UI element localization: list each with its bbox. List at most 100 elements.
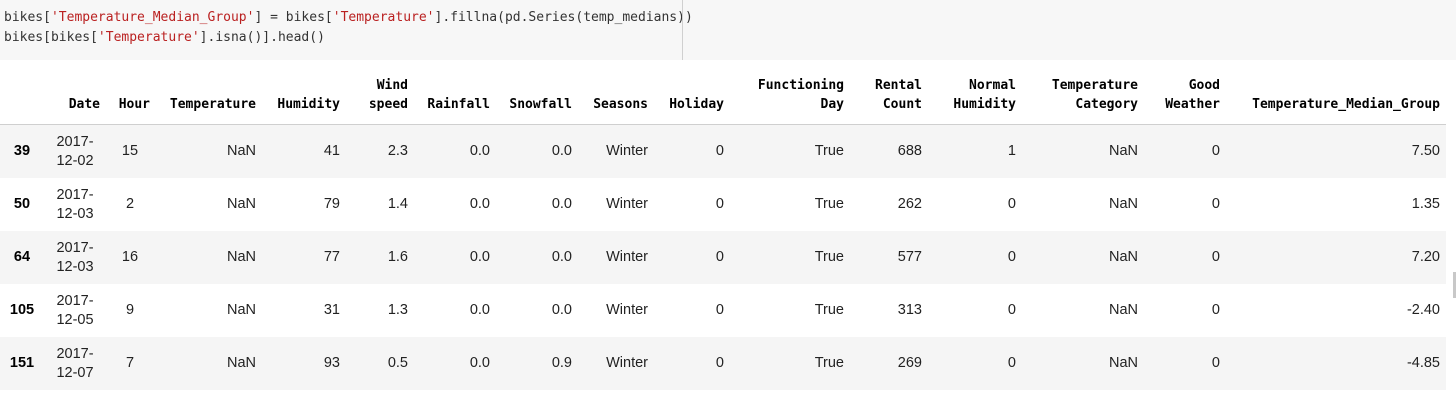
cell-date: 2017-12-03 bbox=[56, 239, 94, 275]
column-header-rental-count: Rental Count bbox=[850, 68, 928, 125]
cell-good-weather: 0 bbox=[1211, 196, 1220, 212]
cell-rainfall: 0.0 bbox=[469, 355, 490, 371]
cell-humidity: 77 bbox=[323, 249, 340, 265]
row-index: 39 bbox=[13, 143, 31, 159]
cell-seasons: Winter bbox=[606, 302, 648, 318]
cell-temperature: NaN bbox=[226, 143, 256, 159]
code-string: 'Temperature' bbox=[97, 30, 200, 45]
code-token: ] = bikes[ bbox=[254, 10, 333, 25]
cell-date: 2017-12-07 bbox=[56, 345, 94, 381]
cell-rainfall: 0.0 bbox=[469, 249, 490, 265]
cell-good-weather: 0 bbox=[1211, 302, 1220, 318]
column-header-index bbox=[0, 68, 46, 125]
cell-hour: 9 bbox=[125, 302, 135, 318]
ruler-line bbox=[682, 0, 683, 60]
cell-wind-speed: 1.6 bbox=[387, 249, 408, 265]
cell-seasons: Winter bbox=[606, 143, 648, 159]
column-header-snowfall: Snowfall bbox=[496, 68, 578, 125]
cell-good-weather: 0 bbox=[1211, 143, 1220, 159]
cell-snowfall: 0.0 bbox=[551, 143, 572, 159]
row-index: 64 bbox=[13, 249, 31, 265]
cell-humidity: 41 bbox=[323, 143, 340, 159]
code-line-2[interactable]: bikes[bikes['Temperature'].isna()].head(… bbox=[4, 28, 325, 48]
column-header-temperature-category: Temperature Category bbox=[1022, 68, 1144, 125]
cell-normal-humidity: 0 bbox=[1007, 249, 1016, 265]
cell-temperature-category: NaN bbox=[1108, 355, 1138, 371]
cell-holiday: 0 bbox=[715, 355, 724, 371]
cell-functioning-day: True bbox=[814, 143, 844, 159]
cell-normal-humidity: 0 bbox=[1007, 355, 1016, 371]
code-string: 'Temperature' bbox=[332, 10, 435, 25]
cell-rental-count: 688 bbox=[897, 143, 922, 159]
cell-rainfall: 0.0 bbox=[469, 302, 490, 318]
cell-normal-humidity: 0 bbox=[1007, 302, 1016, 318]
cell-rental-count: 262 bbox=[897, 196, 922, 212]
dataframe-table: Date Hour Temperature Humidity Wind spee… bbox=[0, 68, 1446, 390]
cell-holiday: 0 bbox=[715, 249, 724, 265]
row-index: 50 bbox=[13, 196, 31, 212]
cell-temperature: NaN bbox=[226, 196, 256, 212]
cell-date: 2017-12-02 bbox=[56, 133, 94, 169]
code-string: 'Temperature_Median_Group' bbox=[50, 10, 255, 25]
cell-temperature-median-group: 7.20 bbox=[1411, 249, 1440, 265]
cell-temperature-median-group: 1.35 bbox=[1411, 196, 1440, 212]
cell-rainfall: 0.0 bbox=[469, 196, 490, 212]
cell-good-weather: 0 bbox=[1211, 355, 1220, 371]
cell-rental-count: 269 bbox=[897, 355, 922, 371]
cell-rental-count: 313 bbox=[897, 302, 922, 318]
column-header-rainfall: Rainfall bbox=[414, 68, 496, 125]
cell-holiday: 0 bbox=[715, 196, 724, 212]
column-header-date: Date bbox=[46, 68, 106, 125]
table-row: 105 2017-12-05 9 NaN 31 1.3 0.0 0.0 Wint… bbox=[0, 284, 1446, 337]
cell-temperature-category: NaN bbox=[1108, 196, 1138, 212]
cell-normal-humidity: 1 bbox=[1007, 143, 1016, 159]
code-token: ].fillna(pd.Series(temp_medians)) bbox=[434, 10, 693, 25]
cell-temperature-median-group: 7.50 bbox=[1411, 143, 1440, 159]
column-header-temperature: Temperature bbox=[156, 68, 262, 125]
cell-functioning-day: True bbox=[814, 196, 844, 212]
row-index: 105 bbox=[9, 302, 35, 318]
cell-seasons: Winter bbox=[606, 249, 648, 265]
cell-snowfall: 0.0 bbox=[551, 249, 572, 265]
cell-snowfall: 0.0 bbox=[551, 302, 572, 318]
cell-holiday: 0 bbox=[715, 143, 724, 159]
cell-functioning-day: True bbox=[814, 249, 844, 265]
cell-humidity: 31 bbox=[323, 302, 340, 318]
cell-date: 2017-12-03 bbox=[56, 186, 94, 222]
cell-snowfall: 0.0 bbox=[551, 196, 572, 212]
cell-temperature: NaN bbox=[226, 249, 256, 265]
table-row: 64 2017-12-03 16 NaN 77 1.6 0.0 0.0 Wint… bbox=[0, 231, 1446, 284]
cell-temperature-median-group: -2.40 bbox=[1406, 302, 1440, 318]
cell-hour: 7 bbox=[125, 355, 135, 371]
cell-wind-speed: 1.3 bbox=[387, 302, 408, 318]
cell-date: 2017-12-05 bbox=[56, 292, 94, 328]
cell-functioning-day: True bbox=[814, 355, 844, 371]
column-header-wind-speed: Wind speed bbox=[346, 68, 414, 125]
column-header-holiday: Holiday bbox=[654, 68, 730, 125]
cell-functioning-day: True bbox=[814, 302, 844, 318]
cell-humidity: 93 bbox=[323, 355, 340, 371]
cell-temperature-median-group: -4.85 bbox=[1406, 355, 1440, 371]
cell-hour: 16 bbox=[121, 249, 139, 265]
column-header-temperature-median-group: Temperature_Median_Group bbox=[1226, 68, 1446, 125]
cell-wind-speed: 0.5 bbox=[387, 355, 408, 371]
output-area: Date Hour Temperature Humidity Wind spee… bbox=[0, 68, 1446, 390]
code-cell[interactable]: bikes['Temperature_Median_Group'] = bike… bbox=[0, 0, 1456, 60]
table-row: 39 2017-12-02 15 NaN 41 2.3 0.0 0.0 Wint… bbox=[0, 124, 1446, 178]
table-header-row: Date Hour Temperature Humidity Wind spee… bbox=[0, 68, 1446, 125]
column-header-humidity: Humidity bbox=[262, 68, 346, 125]
cell-hour: 2 bbox=[125, 196, 135, 212]
cell-holiday: 0 bbox=[715, 302, 724, 318]
column-header-seasons: Seasons bbox=[578, 68, 654, 125]
code-token: bikes[bikes[ bbox=[4, 30, 98, 45]
cell-rental-count: 577 bbox=[897, 249, 922, 265]
row-index: 151 bbox=[9, 355, 35, 371]
cell-temperature-category: NaN bbox=[1108, 302, 1138, 318]
cell-seasons: Winter bbox=[606, 196, 648, 212]
cell-snowfall: 0.9 bbox=[551, 355, 572, 371]
cell-good-weather: 0 bbox=[1211, 249, 1220, 265]
code-token: ].isna()].head() bbox=[199, 30, 325, 45]
code-line-1[interactable]: bikes['Temperature_Median_Group'] = bike… bbox=[4, 8, 693, 28]
cell-wind-speed: 2.3 bbox=[387, 143, 408, 159]
cell-wind-speed: 1.4 bbox=[387, 196, 408, 212]
